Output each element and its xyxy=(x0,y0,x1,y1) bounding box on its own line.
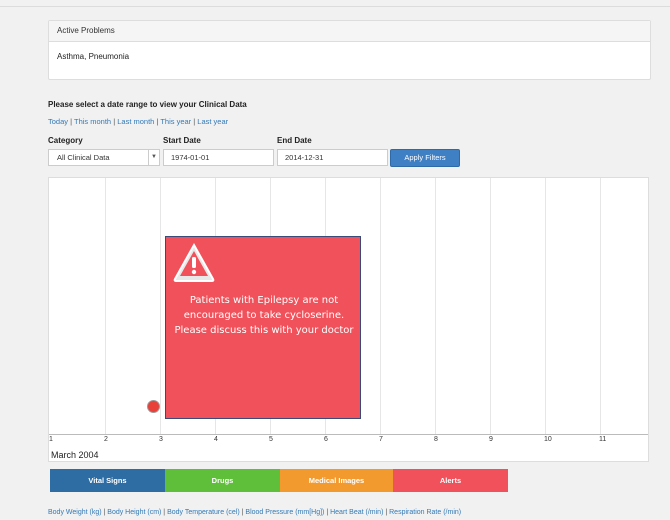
tick-label: 11 xyxy=(599,436,607,443)
alert-message: Patients with Epilepsy are not encourage… xyxy=(174,295,354,336)
start-date-input[interactable]: 1974-01-01 xyxy=(163,149,274,166)
apply-filters-button[interactable]: Apply Filters xyxy=(390,149,460,167)
chevron-down-icon[interactable]: ▼ xyxy=(148,150,159,165)
end-date-input[interactable]: 2014-12-31 xyxy=(277,149,388,166)
link-body-temperature[interactable]: Body Temperature (cel) xyxy=(167,509,240,516)
alert-event-marker[interactable] xyxy=(147,400,160,413)
date-range-prompt: Please select a date range to view your … xyxy=(48,100,247,109)
tick-label: 3 xyxy=(159,436,163,443)
quick-link-this-year[interactable]: This year xyxy=(160,117,191,126)
quick-link-last-month[interactable]: Last month xyxy=(117,117,154,126)
timeline-axis xyxy=(49,434,648,435)
tick-label: 5 xyxy=(269,436,273,443)
alert-popup: Patients with Epilepsy are not encourage… xyxy=(165,236,361,419)
grid-line xyxy=(435,178,436,434)
quick-date-links: Today | This month | Last month | This y… xyxy=(48,117,229,126)
grid-line xyxy=(160,178,161,434)
link-heart-beat[interactable]: Heart Beat (/min) xyxy=(330,509,383,516)
category-select[interactable]: All Clinical Data ▼ xyxy=(48,149,160,166)
category-label: Category xyxy=(48,136,83,145)
tick-label: 7 xyxy=(379,436,383,443)
tick-label: 1 xyxy=(49,436,53,443)
quick-link-this-month[interactable]: This month xyxy=(74,117,111,126)
quick-link-last-year[interactable]: Last year xyxy=(197,117,228,126)
timeline-chart: 1 2 3 4 5 6 7 8 9 10 11 March 2004 Patients with E… xyxy=(48,177,649,462)
grid-line xyxy=(545,178,546,434)
link-body-weight[interactable]: Body Weight (kg) xyxy=(48,509,102,516)
legend-drugs[interactable]: Drugs xyxy=(165,469,280,492)
active-problems-list: Asthma, Pneumonia xyxy=(57,52,130,61)
warning-icon xyxy=(173,242,215,282)
grid-line xyxy=(105,178,106,434)
quick-link-today[interactable]: Today xyxy=(48,117,68,126)
tick-label: 9 xyxy=(489,436,493,443)
active-problems-title: Active Problems xyxy=(49,21,650,42)
tick-label: 2 xyxy=(104,436,108,443)
tick-label: 10 xyxy=(544,436,552,443)
legend-alerts[interactable]: Alerts xyxy=(393,469,508,492)
grid-line xyxy=(600,178,601,434)
grid-line xyxy=(380,178,381,434)
active-problems-panel: Active Problems Asthma, Pneumonia xyxy=(48,20,651,80)
top-divider xyxy=(0,6,670,7)
start-date-label: Start Date xyxy=(163,136,201,145)
vital-sign-links: Body Weight (kg) | Body Height (cm) | Bo… xyxy=(48,509,462,516)
category-select-value: All Clinical Data xyxy=(57,153,110,162)
tick-label: 8 xyxy=(434,436,438,443)
link-body-height[interactable]: Body Height (cm) xyxy=(107,509,161,516)
tick-label: 4 xyxy=(214,436,218,443)
legend-vital-signs[interactable]: Vital Signs xyxy=(50,469,165,492)
tick-label: 6 xyxy=(324,436,328,443)
grid-line xyxy=(490,178,491,434)
end-date-label: End Date xyxy=(277,136,312,145)
legend-medical-images[interactable]: Medical Images xyxy=(280,469,393,492)
timeline-month-label: March 2004 xyxy=(51,450,99,460)
link-blood-pressure[interactable]: Blood Pressure (mm[Hg]) xyxy=(245,509,324,516)
link-respiration-rate[interactable]: Respiration Rate (/min) xyxy=(389,509,461,516)
